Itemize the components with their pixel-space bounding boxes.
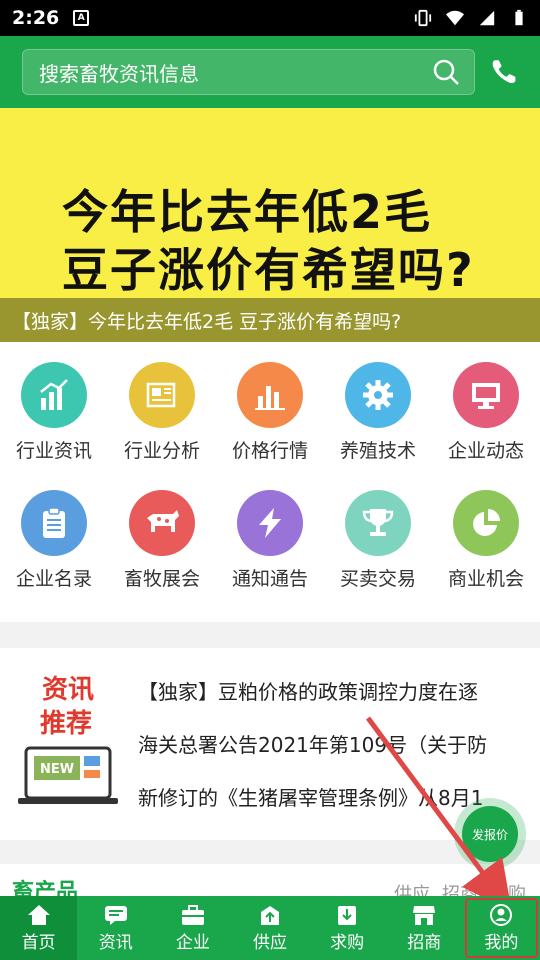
cow-icon xyxy=(147,510,179,532)
nav-label: 首页 xyxy=(21,932,56,953)
category-industry-news[interactable]: 行业资讯 xyxy=(0,342,108,470)
news-recommend-illustration: 资讯 推荐 NEW xyxy=(18,675,118,804)
category-price-market[interactable]: 价格行情 xyxy=(216,342,324,470)
post-quote-button[interactable]: 发报价 xyxy=(462,806,518,862)
category-label: 商业机会 xyxy=(447,568,524,590)
pie-chart-icon xyxy=(473,509,500,536)
store-icon xyxy=(413,905,436,925)
status-icons xyxy=(414,9,528,27)
news-recommend-section: 资讯 推荐 NEW 【独家】豆粕价格的政策调控力度在逐 海关总署公告2021年第… xyxy=(0,648,540,840)
status-time: 2:26 xyxy=(12,7,60,29)
wifi-icon xyxy=(446,10,464,26)
phone-icon[interactable] xyxy=(489,57,518,87)
notification-icon: A xyxy=(73,10,90,26)
bar-chart-icon xyxy=(255,386,285,410)
news-item[interactable]: 【独家】豆粕价格的政策调控力度在逐 xyxy=(138,674,540,727)
search-placeholder: 搜索畜牧资讯信息 xyxy=(39,61,199,86)
banner-caption: 【独家】今年比去年低2毛 豆子涨价有希望吗? xyxy=(0,298,540,342)
category-grid: 行业资讯 行业分析 价格行情 养殖技术 企业动态 企业名录 畜牧展会 通知通告 … xyxy=(0,342,540,622)
category-company-news[interactable]: 企业动态 xyxy=(432,342,540,470)
lightning-icon xyxy=(259,508,281,538)
bar-chart-up-icon xyxy=(40,379,68,410)
battery-icon xyxy=(515,9,523,26)
category-label: 企业动态 xyxy=(447,440,524,462)
category-label: 企业名录 xyxy=(15,568,92,590)
newspaper-icon xyxy=(146,382,176,408)
category-circle xyxy=(453,362,519,428)
nav-label: 资讯 xyxy=(98,932,133,953)
category-label: 养殖技术 xyxy=(339,440,416,462)
category-circle xyxy=(129,490,195,556)
upload-box-icon xyxy=(260,905,279,925)
search-bar[interactable]: 搜索畜牧资讯信息 xyxy=(22,49,475,95)
nav-company[interactable]: 企业 xyxy=(154,896,231,960)
user-icon xyxy=(490,903,513,926)
nav-invest[interactable]: 招商 xyxy=(386,896,463,960)
category-label: 行业分析 xyxy=(123,440,200,462)
gear-icon xyxy=(363,380,393,410)
nav-label: 求购 xyxy=(330,932,365,953)
category-circle xyxy=(453,490,519,556)
nav-label: 我的 xyxy=(484,932,519,953)
category-circle xyxy=(21,362,87,428)
category-label: 畜牧展会 xyxy=(123,568,200,590)
nav-home[interactable]: 首页 xyxy=(0,896,78,960)
category-trading[interactable]: 买卖交易 xyxy=(324,470,432,598)
message-icon xyxy=(104,905,127,925)
trophy-icon xyxy=(362,509,394,536)
category-circle xyxy=(237,490,303,556)
category-circle xyxy=(129,362,195,428)
status-bar: 2:26 A xyxy=(0,0,540,36)
home-icon xyxy=(27,904,50,925)
art-title-1: 资讯 xyxy=(42,675,94,705)
nav-label: 招商 xyxy=(407,932,442,953)
signal-icon xyxy=(479,10,495,26)
download-box-icon xyxy=(338,905,357,925)
category-label: 行业资讯 xyxy=(15,440,92,462)
nav-label: 企业 xyxy=(175,932,210,953)
category-livestock-expo[interactable]: 畜牧展会 xyxy=(108,470,216,598)
search-icon[interactable] xyxy=(432,58,460,86)
art-badge: NEW xyxy=(40,762,74,777)
category-industry-analysis[interactable]: 行业分析 xyxy=(108,342,216,470)
category-label: 价格行情 xyxy=(231,440,308,462)
category-label: 买卖交易 xyxy=(339,568,416,590)
nav-purchase[interactable]: 求购 xyxy=(309,896,386,960)
category-company-directory[interactable]: 企业名录 xyxy=(0,470,108,598)
category-circle xyxy=(345,490,411,556)
banner-headline-2: 豆子涨价有希望吗? xyxy=(62,243,475,297)
briefcase-icon xyxy=(181,904,204,925)
nav-news[interactable]: 资讯 xyxy=(77,896,154,960)
bottom-nav: 首页 资讯 企业 供应 求购 招商 我的 xyxy=(0,896,540,960)
nav-label: 供应 xyxy=(252,932,287,953)
nav-profile[interactable]: 我的 xyxy=(463,896,540,960)
category-label: 通知通告 xyxy=(231,568,308,590)
news-item[interactable]: 海关总署公告2021年第109号（关于防 xyxy=(138,727,540,780)
vibrate-icon xyxy=(414,9,432,27)
category-circle xyxy=(345,362,411,428)
category-circle xyxy=(21,490,87,556)
nav-supply[interactable]: 供应 xyxy=(231,896,308,960)
art-title-2: 推荐 xyxy=(40,709,92,739)
promo-banner[interactable]: 今年比去年低2毛 豆子涨价有希望吗? 【独家】今年比去年低2毛 豆子涨价有希望吗… xyxy=(0,108,540,342)
category-business-opportunity[interactable]: 商业机会 xyxy=(432,470,540,598)
app-header: 搜索畜牧资讯信息 xyxy=(0,36,540,108)
monitor-icon xyxy=(472,383,500,409)
banner-headline-1: 今年比去年低2毛 xyxy=(62,185,433,239)
category-breeding-tech[interactable]: 养殖技术 xyxy=(324,342,432,470)
clipboard-icon xyxy=(43,507,65,538)
category-notices[interactable]: 通知通告 xyxy=(216,470,324,598)
category-circle xyxy=(237,362,303,428)
